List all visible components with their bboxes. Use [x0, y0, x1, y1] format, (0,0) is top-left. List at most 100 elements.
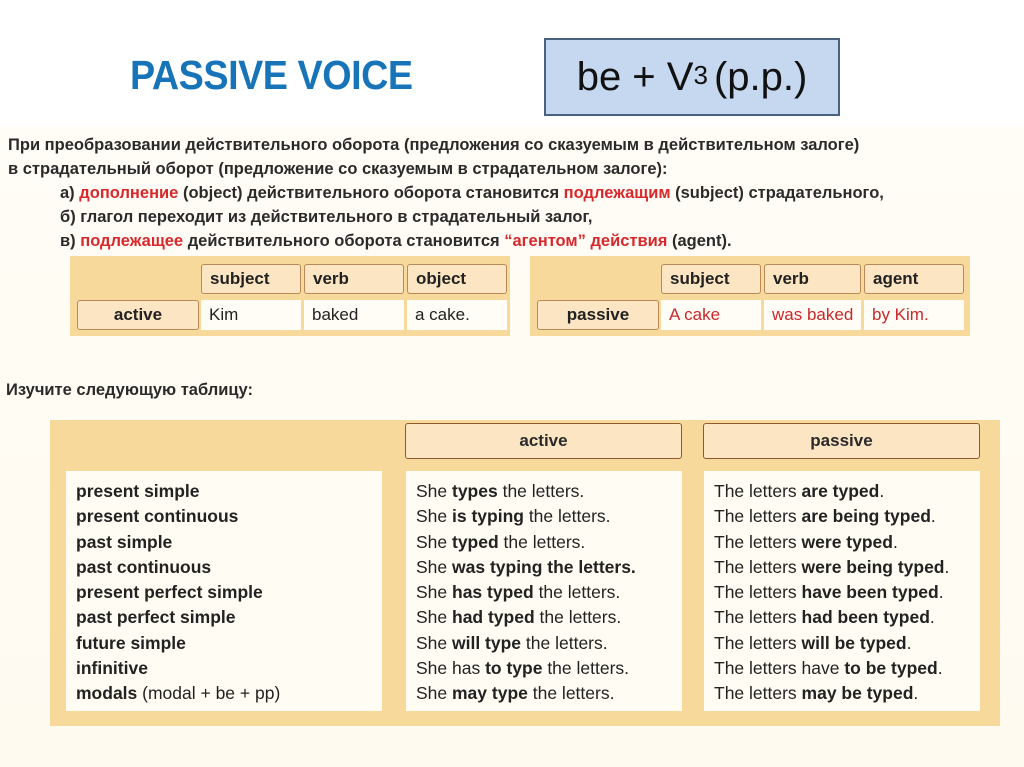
tense-name: future simple [76, 632, 186, 653]
header-verb: verb [304, 264, 404, 294]
term-subject: подлежащим [563, 184, 671, 202]
passive-verb: to be typed [844, 658, 938, 679]
header-verb: verb [764, 264, 861, 294]
active-example-row: She may type the letters. [416, 681, 682, 706]
column-header-passive: passive [703, 423, 980, 459]
active-verb: has typed [452, 582, 534, 603]
passive-post: . [938, 582, 944, 603]
passive-verb: will be typed [801, 632, 907, 653]
active-example-row: She has to type the letters. [416, 656, 682, 681]
active-verb: types [452, 481, 498, 501]
active-verb: had typed [452, 607, 535, 628]
passive-example-row: The letters have been typed. [714, 580, 980, 605]
active-example-row: She has typed the letters. [416, 580, 682, 605]
value-verb: baked [304, 300, 404, 330]
page-title: PASSIVE VOICE [130, 52, 413, 98]
rule-c-prefix: в) [60, 232, 81, 250]
active-example-row: She will type the letters. [416, 631, 682, 656]
tense-row: present perfect simple [76, 580, 382, 605]
tense-row: past continuous [76, 555, 382, 580]
tense-name: infinitive [76, 658, 148, 679]
rule-a-prefix: а) [60, 184, 80, 202]
active-verb: is typing [452, 506, 524, 527]
formula-tail: (p.p.) [713, 54, 808, 99]
passive-verb: had been typed [801, 607, 930, 628]
active-post: the letters. [523, 506, 611, 527]
example-active-table: subject verb object active Kim baked a c… [70, 256, 510, 336]
header-object: object [407, 264, 507, 294]
term-agent: “агентом” действия [504, 232, 668, 250]
example-passive-table: subject verb agent passive A cake was ba… [530, 256, 970, 336]
passive-post: . [937, 658, 943, 679]
rule-c-mid: действительного оборота становится [183, 232, 505, 250]
passive-example-row: The letters are typed. [714, 479, 980, 504]
tense-name: past perfect simple [76, 607, 236, 628]
active-post: the letters. [527, 683, 615, 704]
passive-pre: The letters [714, 683, 802, 704]
passive-post: . [879, 481, 885, 501]
value-agent: by Kim. [864, 300, 964, 330]
passive-pre: The letters [714, 481, 802, 501]
active-pre: She [416, 481, 452, 501]
active-pre: She [416, 632, 452, 653]
term-subject-2: подлежащее [80, 232, 184, 250]
passive-example-row: The letters have to be typed. [714, 656, 980, 681]
active-post: the letters. [542, 658, 630, 679]
rule-a-tail: (subject) страдательного, [670, 184, 884, 202]
active-post: the letters. [534, 607, 622, 628]
passive-pre: The letters [714, 582, 802, 603]
tense-row: present continuous [76, 504, 382, 529]
intro-line-2: в страдательный оборот (предложение со с… [8, 160, 668, 178]
formula-subscript: 3 [693, 59, 708, 90]
tense-name: present perfect simple [76, 582, 263, 603]
passive-pre: The letters [714, 607, 802, 628]
tense-row: past simple [76, 530, 382, 555]
active-column: She types the letters. She is typing the … [406, 471, 682, 711]
active-pre: She has [416, 658, 486, 679]
passive-verb: were typed [801, 531, 893, 552]
formula-box: be + V 3 (p.p.) [544, 38, 840, 116]
passive-verb: may be typed [801, 683, 914, 704]
formula-main: be + V [576, 54, 694, 99]
active-verb: typed [452, 531, 499, 552]
value-verb: was baked [764, 300, 861, 330]
passive-pre: The letters [714, 531, 802, 552]
tense-row: infinitive [76, 656, 382, 681]
tense-row: future simple [76, 631, 382, 656]
passive-example-row: The letters had been typed. [714, 605, 980, 630]
active-verb: was typing the letters. [452, 556, 636, 577]
header-agent: agent [864, 264, 964, 294]
tense-name: past continuous [76, 556, 212, 577]
intro-rules: При преобразовании действительного оборо… [8, 133, 884, 253]
active-post: the letters. [533, 582, 621, 603]
intro-line-1: При преобразовании действительного оборо… [8, 136, 860, 154]
rule-c-tail: (agent). [667, 232, 732, 250]
tense-name: present simple [76, 481, 200, 501]
passive-verb: have been typed [801, 582, 939, 603]
value-object: a cake. [407, 300, 507, 330]
active-example-row: She had typed the letters. [416, 605, 682, 630]
term-object: дополнение [79, 184, 179, 202]
passive-verb: are being typed [801, 506, 931, 527]
active-pre: She [416, 582, 452, 603]
tense-row: modals (modal + be + pp) [76, 681, 382, 706]
passive-verb: are typed [801, 481, 880, 501]
value-subject: A cake [661, 300, 761, 330]
passive-verb: were being typed [801, 556, 945, 577]
rule-c: в) подлежащее действительного оборота ст… [8, 229, 884, 253]
active-verb: will type [452, 632, 522, 653]
passive-post: . [929, 607, 935, 628]
active-pre: She [416, 607, 452, 628]
column-header-active: active [405, 423, 682, 459]
active-example-row: She types the letters. [416, 479, 682, 504]
passive-pre: The letters [714, 506, 802, 527]
active-verb: may type [452, 683, 528, 704]
tense-row: present simple [76, 479, 382, 504]
passive-pre: The letters have [714, 658, 845, 679]
active-pre: She [416, 556, 452, 577]
passive-pre: The letters [714, 632, 802, 653]
tense-name: past simple [76, 531, 173, 552]
active-example-row: She typed the letters. [416, 530, 682, 555]
active-post: the letters. [521, 632, 608, 653]
active-pre: She [416, 531, 452, 552]
